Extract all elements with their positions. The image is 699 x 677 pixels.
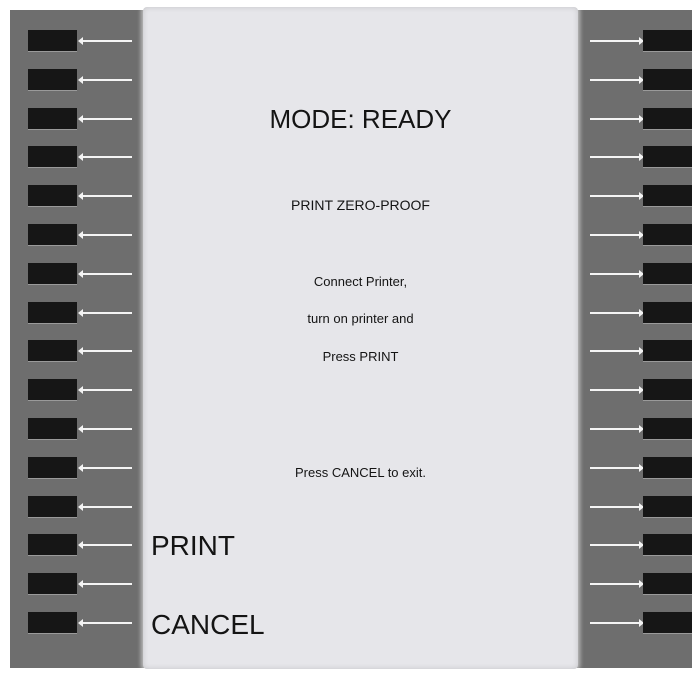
right-soft-key-10[interactable] <box>643 379 692 401</box>
left-soft-key-2[interactable] <box>28 69 77 91</box>
arrow-left-icon <box>78 76 132 84</box>
arrow-left-icon <box>78 541 132 549</box>
left-soft-key-8[interactable] <box>28 302 77 324</box>
instruction-line-2: turn on printer and <box>307 311 414 326</box>
left-soft-key-3[interactable] <box>28 108 77 130</box>
arrow-left-icon <box>78 425 132 433</box>
arrow-right-icon <box>590 541 644 549</box>
arrow-right-icon <box>590 153 644 161</box>
print-softkey-label[interactable]: PRINT <box>151 530 235 562</box>
arrow-right-icon <box>590 503 644 511</box>
right-soft-key-12[interactable] <box>643 457 692 479</box>
right-soft-key-11[interactable] <box>643 418 692 440</box>
left-soft-key-10[interactable] <box>28 379 77 401</box>
arrow-left-icon <box>78 386 132 394</box>
arrow-left-icon <box>78 153 132 161</box>
arrow-right-icon <box>590 192 644 200</box>
arrow-left-icon <box>78 192 132 200</box>
right-soft-key-1[interactable] <box>643 30 692 52</box>
arrow-right-icon <box>590 580 644 588</box>
cancel-softkey-label[interactable]: CANCEL <box>151 609 265 641</box>
arrow-right-icon <box>590 76 644 84</box>
arrow-right-icon <box>590 464 644 472</box>
right-soft-key-2[interactable] <box>643 69 692 91</box>
arrow-right-icon <box>590 270 644 278</box>
right-soft-key-4[interactable] <box>643 146 692 168</box>
right-soft-key-9[interactable] <box>643 340 692 362</box>
arrow-right-icon <box>590 619 644 627</box>
right-soft-key-7[interactable] <box>643 263 692 285</box>
screen-subtitle: PRINT ZERO-PROOF <box>291 197 430 213</box>
arrow-right-icon <box>590 309 644 317</box>
arrow-right-icon <box>590 347 644 355</box>
arrow-left-icon <box>78 37 132 45</box>
right-soft-key-16[interactable] <box>643 612 692 634</box>
right-soft-key-13[interactable] <box>643 496 692 518</box>
right-soft-key-3[interactable] <box>643 108 692 130</box>
left-soft-key-15[interactable] <box>28 573 77 595</box>
left-soft-key-16[interactable] <box>28 612 77 634</box>
arrow-left-icon <box>78 309 132 317</box>
exit-hint: Press CANCEL to exit. <box>294 465 426 480</box>
left-soft-key-7[interactable] <box>28 263 77 285</box>
right-soft-key-15[interactable] <box>643 573 692 595</box>
arrow-left-icon <box>78 503 132 511</box>
arrow-right-icon <box>590 37 644 45</box>
instruction-line-3: Press PRINT <box>322 349 399 364</box>
arrow-left-icon <box>78 115 132 123</box>
arrow-right-icon <box>590 386 644 394</box>
arrow-left-icon <box>78 619 132 627</box>
left-soft-key-14[interactable] <box>28 534 77 556</box>
instruction-line-1: Connect Printer, <box>313 274 408 289</box>
terminal-frame: MODE: READY PRINT ZERO-PROOF Connect Pri… <box>0 0 699 677</box>
arrow-left-icon <box>78 270 132 278</box>
left-soft-key-4[interactable] <box>28 146 77 168</box>
arrow-right-icon <box>590 115 644 123</box>
left-soft-key-9[interactable] <box>28 340 77 362</box>
left-soft-key-6[interactable] <box>28 224 77 246</box>
arrow-left-icon <box>78 231 132 239</box>
left-soft-key-1[interactable] <box>28 30 77 52</box>
right-soft-key-8[interactable] <box>643 302 692 324</box>
arrow-right-icon <box>590 231 644 239</box>
left-soft-key-5[interactable] <box>28 185 77 207</box>
arrow-left-icon <box>78 580 132 588</box>
right-soft-key-5[interactable] <box>643 185 692 207</box>
left-soft-key-13[interactable] <box>28 496 77 518</box>
right-soft-key-6[interactable] <box>643 224 692 246</box>
left-soft-key-12[interactable] <box>28 457 77 479</box>
left-soft-key-11[interactable] <box>28 418 77 440</box>
mode-status: MODE: READY <box>269 104 452 134</box>
arrow-right-icon <box>590 425 644 433</box>
arrow-left-icon <box>78 347 132 355</box>
right-soft-key-14[interactable] <box>643 534 692 556</box>
arrow-left-icon <box>78 464 132 472</box>
